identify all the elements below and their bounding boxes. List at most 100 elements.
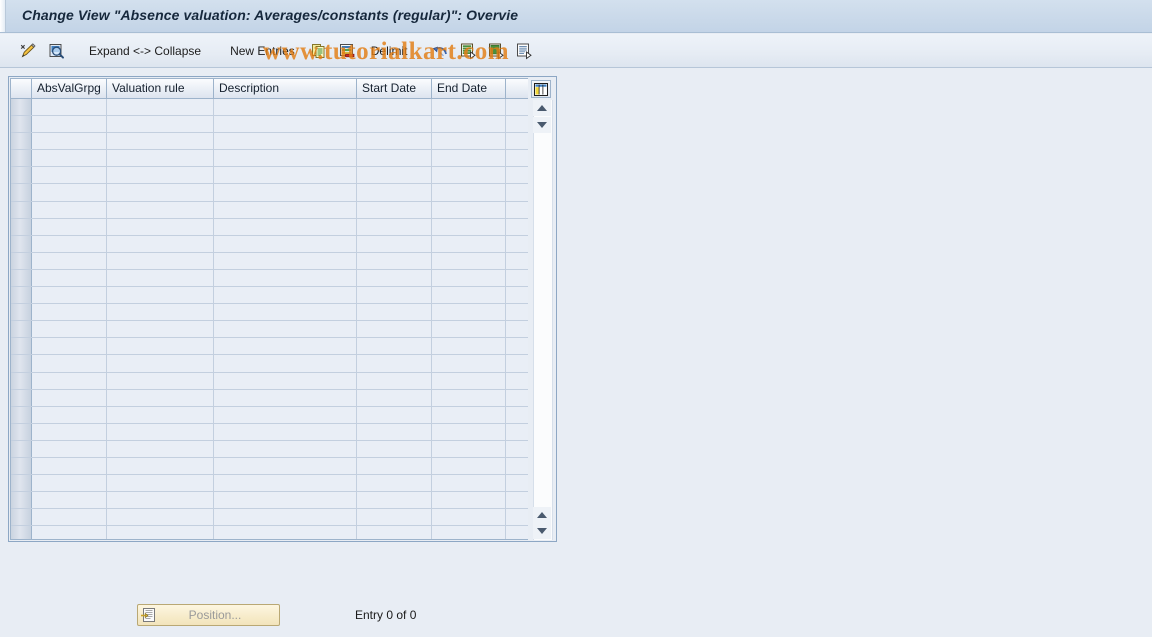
table-row[interactable]: [11, 355, 528, 373]
table-row[interactable]: [11, 269, 528, 288]
cell-start_date[interactable]: [357, 133, 432, 150]
table-row[interactable]: [11, 321, 528, 339]
table-row[interactable]: [11, 372, 528, 390]
table-row[interactable]: [11, 218, 528, 236]
cell-valuation_rule[interactable]: [107, 509, 214, 526]
cell-description[interactable]: [214, 184, 357, 201]
cell-start_date[interactable]: [357, 235, 432, 252]
cell-absvalgrpg[interactable]: [32, 218, 107, 235]
delete-button[interactable]: [333, 38, 361, 64]
cell-description[interactable]: [214, 304, 357, 321]
cell-description[interactable]: [214, 116, 357, 133]
row-selector-cell[interactable]: [11, 372, 32, 389]
cell-absvalgrpg[interactable]: [32, 252, 107, 269]
cell-valuation_rule[interactable]: [107, 526, 214, 539]
cell-end_date[interactable]: [432, 389, 506, 406]
cell-valuation_rule[interactable]: [107, 201, 214, 218]
cell-valuation_rule[interactable]: [107, 440, 214, 457]
cell-start_date[interactable]: [357, 406, 432, 423]
cell-start_date[interactable]: [357, 372, 432, 389]
cell-valuation_rule[interactable]: [107, 423, 214, 440]
cell-valuation_rule[interactable]: [107, 287, 214, 304]
scroll-down-button-top[interactable]: [533, 117, 551, 133]
cell-start_date[interactable]: [357, 355, 432, 372]
cell-end_date[interactable]: [432, 526, 506, 539]
cell-valuation_rule[interactable]: [107, 184, 214, 201]
cell-end_date[interactable]: [432, 218, 506, 235]
cell-start_date[interactable]: [357, 475, 432, 492]
cell-valuation_rule[interactable]: [107, 304, 214, 321]
cell-valuation_rule[interactable]: [107, 355, 214, 372]
cell-start_date[interactable]: [357, 252, 432, 269]
cell-start_date[interactable]: [357, 526, 432, 539]
cell-valuation_rule[interactable]: [107, 338, 214, 355]
cell-valuation_rule[interactable]: [107, 321, 214, 338]
previous-entry-button[interactable]: [454, 38, 482, 64]
cell-end_date[interactable]: [432, 99, 506, 116]
scroll-up-button-bottom[interactable]: [533, 507, 551, 523]
cell-description[interactable]: [214, 287, 357, 304]
next-entry-button[interactable]: [482, 38, 510, 64]
column-header-valuation-rule[interactable]: Valuation rule: [107, 79, 214, 98]
cell-end_date[interactable]: [432, 372, 506, 389]
cell-start_date[interactable]: [357, 201, 432, 218]
cell-end_date[interactable]: [432, 116, 506, 133]
cell-absvalgrpg[interactable]: [32, 372, 107, 389]
cell-description[interactable]: [214, 475, 357, 492]
table-row[interactable]: [11, 167, 528, 185]
row-selector-cell[interactable]: [11, 355, 32, 372]
delimit-button[interactable]: Delimit: [361, 38, 418, 64]
cell-end_date[interactable]: [432, 492, 506, 509]
cell-valuation_rule[interactable]: [107, 218, 214, 235]
table-row[interactable]: [11, 475, 528, 493]
scroll-up-button-top[interactable]: [533, 100, 551, 116]
row-selector-cell[interactable]: [11, 423, 32, 440]
table-row[interactable]: [11, 235, 528, 253]
cell-absvalgrpg[interactable]: [32, 235, 107, 252]
cell-description[interactable]: [214, 492, 357, 509]
cell-start_date[interactable]: [357, 269, 432, 287]
cell-start_date[interactable]: [357, 321, 432, 338]
cell-absvalgrpg[interactable]: [32, 440, 107, 457]
cell-valuation_rule[interactable]: [107, 389, 214, 406]
cell-description[interactable]: [214, 338, 357, 355]
cell-description[interactable]: [214, 201, 357, 218]
cell-description[interactable]: [214, 355, 357, 372]
cell-end_date[interactable]: [432, 338, 506, 355]
table-row[interactable]: [11, 116, 528, 134]
cell-valuation_rule[interactable]: [107, 269, 214, 287]
cell-end_date[interactable]: [432, 167, 506, 184]
cell-valuation_rule[interactable]: [107, 475, 214, 492]
cell-absvalgrpg[interactable]: [32, 475, 107, 492]
cell-description[interactable]: [214, 321, 357, 338]
cell-description[interactable]: [214, 99, 357, 116]
cell-end_date[interactable]: [432, 304, 506, 321]
cell-absvalgrpg[interactable]: [32, 509, 107, 526]
check-entries-button[interactable]: [42, 38, 70, 64]
cell-description[interactable]: [214, 372, 357, 389]
cell-absvalgrpg[interactable]: [32, 389, 107, 406]
cell-description[interactable]: [214, 150, 357, 167]
cell-description[interactable]: [214, 218, 357, 235]
row-selector-cell[interactable]: [11, 252, 32, 269]
display-change-toggle-button[interactable]: [14, 38, 42, 64]
table-row[interactable]: [11, 252, 528, 270]
cell-start_date[interactable]: [357, 150, 432, 167]
table-row[interactable]: [11, 509, 528, 527]
table-row[interactable]: [11, 526, 528, 539]
row-selector-cell[interactable]: [11, 338, 32, 355]
cell-end_date[interactable]: [432, 150, 506, 167]
cell-start_date[interactable]: [357, 338, 432, 355]
table-row[interactable]: [11, 492, 528, 510]
column-header-start-date[interactable]: Start Date: [357, 79, 432, 98]
cell-start_date[interactable]: [357, 509, 432, 526]
table-row[interactable]: [11, 304, 528, 322]
cell-start_date[interactable]: [357, 287, 432, 304]
cell-absvalgrpg[interactable]: [32, 492, 107, 509]
row-selector-cell[interactable]: [11, 116, 32, 133]
details-button[interactable]: [510, 38, 538, 64]
cell-start_date[interactable]: [357, 167, 432, 184]
cell-absvalgrpg[interactable]: [32, 355, 107, 372]
table-settings-icon[interactable]: [531, 80, 551, 98]
cell-valuation_rule[interactable]: [107, 116, 214, 133]
